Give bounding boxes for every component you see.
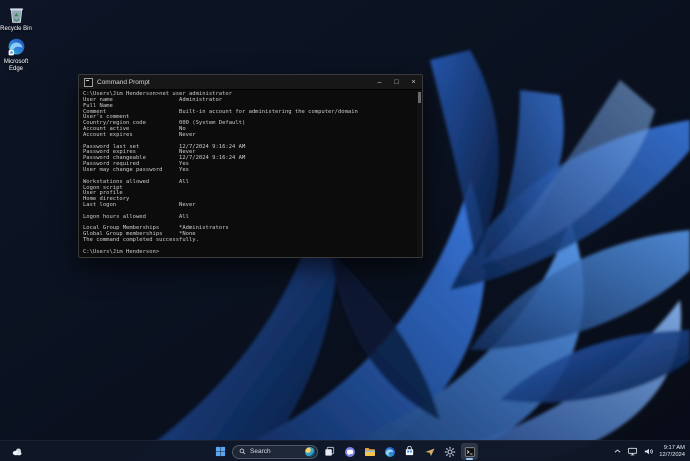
command-prompt-window: Command Prompt – □ × C:\Users\Jim Hender… (78, 74, 423, 258)
desktop-icon-label: Recycle Bin (0, 26, 36, 33)
desktop-icon-label: Microsoft Edge (0, 59, 36, 72)
tray-chevron-icon[interactable] (613, 447, 622, 456)
file-explorer-icon (364, 446, 376, 458)
chat-icon (344, 446, 356, 458)
edge-icon (384, 446, 396, 458)
chat-button[interactable] (341, 443, 358, 460)
maximize-button[interactable]: □ (388, 75, 405, 90)
volume-icon[interactable] (643, 446, 654, 457)
clock-time: 9:17 AM (659, 445, 685, 451)
edge-button[interactable] (381, 443, 398, 460)
search-icon (239, 448, 246, 455)
network-icon[interactable] (627, 446, 638, 457)
paper-plane-button[interactable] (421, 443, 438, 460)
widgets-weather-icon[interactable] (8, 443, 25, 460)
recycle-bin-icon (6, 4, 27, 25)
command-prompt-taskbar-button[interactable] (461, 443, 478, 460)
clock[interactable]: 9:17 AM 12/7/2024 (659, 445, 685, 458)
store-button[interactable] (401, 443, 418, 460)
minimize-button[interactable]: – (371, 75, 388, 90)
start-button[interactable] (212, 443, 229, 460)
edge-icon (6, 37, 27, 58)
window-title: Command Prompt (97, 79, 371, 86)
windows-logo-icon (215, 446, 226, 457)
settings-button[interactable] (441, 443, 458, 460)
search-placeholder: Search (250, 448, 301, 455)
console-area[interactable]: C:\Users\Jim Henderson>net user administ… (79, 90, 422, 257)
desktop-icon-recycle-bin[interactable]: Recycle Bin (0, 4, 36, 33)
taskbar-center: Search (212, 441, 478, 461)
desktop: Recycle Bin Microsoft Edge Command Promp… (0, 0, 690, 461)
store-icon (404, 446, 415, 457)
window-titlebar[interactable]: Command Prompt – □ × (79, 75, 422, 90)
system-tray: 9:17 AM 12/7/2024 (613, 441, 685, 461)
scrollbar-thumb[interactable] (418, 92, 421, 103)
command-prompt-icon (464, 446, 476, 458)
task-view-icon (324, 446, 335, 457)
close-button[interactable]: × (405, 75, 422, 90)
search-highlight-image (305, 447, 315, 457)
taskbar: Search (0, 440, 690, 461)
command-prompt-icon (84, 78, 93, 87)
clock-date: 12/7/2024 (659, 452, 685, 458)
file-explorer-button[interactable] (361, 443, 378, 460)
console-scrollbar[interactable] (417, 90, 422, 257)
search-box[interactable]: Search (232, 445, 318, 459)
console-output[interactable]: C:\Users\Jim Henderson>net user administ… (79, 90, 417, 257)
desktop-icon-microsoft-edge[interactable]: Microsoft Edge (0, 37, 36, 72)
gear-icon (444, 446, 456, 458)
paper-plane-icon (424, 446, 436, 458)
task-view-button[interactable] (321, 443, 338, 460)
